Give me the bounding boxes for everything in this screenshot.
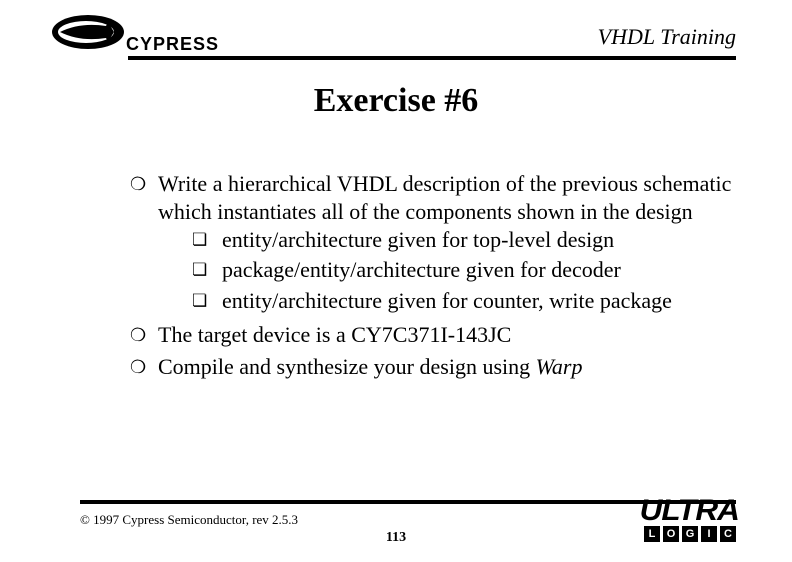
bullet-text: Compile and synthesize your design using… (158, 353, 732, 381)
header: CYPRESS VHDL Training (50, 18, 736, 64)
square-bullet-icon: ❏ (192, 256, 222, 284)
slide-page: CYPRESS VHDL Training Exercise #6 ❍ Writ… (0, 0, 792, 562)
bullet-text: The target device is a CY7C371I-143JC (158, 321, 732, 349)
bullet-text: Write a hierarchical VHDL description of… (158, 171, 731, 224)
copyright: © 1997 Cypress Semiconductor, rev 2.5.3 (80, 512, 298, 528)
ultra-letter: G (682, 526, 698, 542)
sub-list: ❏ entity/architecture given for top-leve… (192, 226, 732, 314)
circle-bullet-icon: ❍ (130, 321, 158, 349)
bullet-item: ❍ Write a hierarchical VHDL description … (130, 170, 732, 317)
square-bullet-icon: ❏ (192, 226, 222, 254)
ultra-word: ULTRA (639, 496, 738, 526)
content: ❍ Write a hierarchical VHDL description … (130, 170, 732, 385)
ultra-letter: L (644, 526, 660, 542)
bullet-text-italic: Warp (536, 354, 583, 379)
bullet-item: ❍ The target device is a CY7C371I-143JC (130, 321, 732, 349)
bullet-item: ❍ Compile and synthesize your design usi… (130, 353, 732, 381)
sub-bullet-item: ❏ entity/architecture given for top-leve… (192, 226, 732, 254)
header-title: VHDL Training (598, 24, 736, 50)
brand-text: CYPRESS (126, 34, 219, 54)
ultra-letter: I (701, 526, 717, 542)
sub-bullet-text: package/entity/architecture given for de… (222, 256, 732, 284)
sub-bullet-text: entity/architecture given for counter, w… (222, 287, 732, 315)
ultra-letter: C (720, 526, 736, 542)
ultra-letter: O (663, 526, 679, 542)
ultra-logic-logo: ULTRA L O G I C (576, 498, 736, 546)
slide-title: Exercise #6 (0, 82, 792, 120)
sub-bullet-item: ❏ package/entity/architecture given for … (192, 256, 732, 284)
bullet-text-prefix: Compile and synthesize your design using (158, 354, 536, 379)
sub-bullet-text: entity/architecture given for top-level … (222, 226, 732, 254)
header-rule (128, 56, 736, 60)
square-bullet-icon: ❏ (192, 287, 222, 315)
sub-bullet-item: ❏ entity/architecture given for counter,… (192, 287, 732, 315)
circle-bullet-icon: ❍ (130, 170, 158, 317)
ultra-boxes: L O G I C (644, 526, 736, 542)
circle-bullet-icon: ❍ (130, 353, 158, 381)
